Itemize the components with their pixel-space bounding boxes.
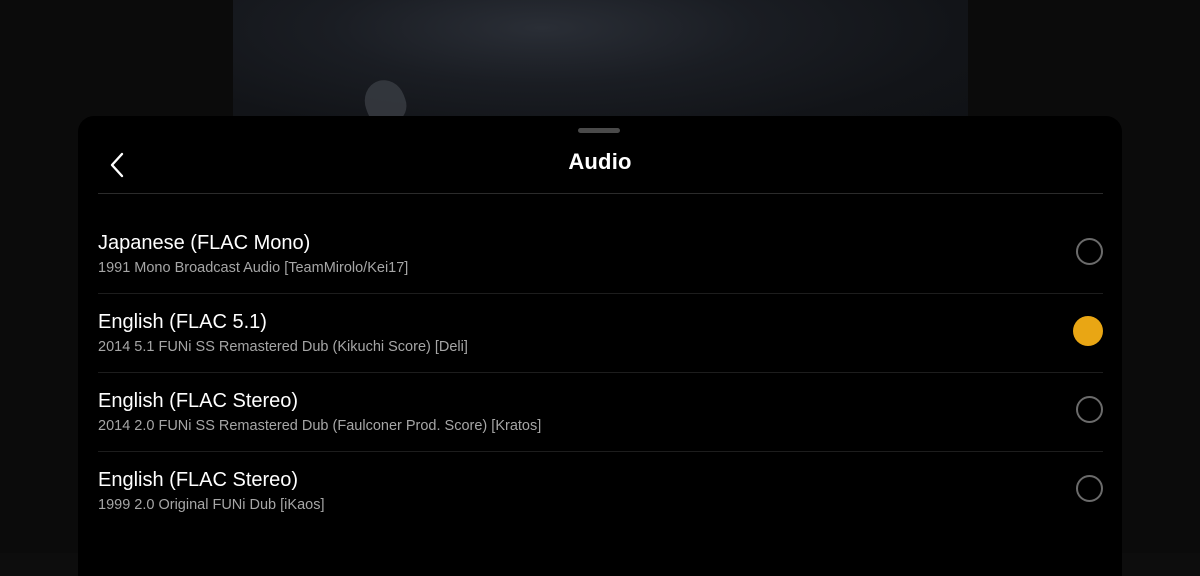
track-title: English (FLAC 5.1) xyxy=(98,311,267,333)
audio-track-row[interactable]: Japanese (FLAC Mono) 1991 Mono Broadcast… xyxy=(98,215,1103,294)
track-description: 2014 2.0 FUNi SS Remastered Dub (Faulcon… xyxy=(98,418,542,434)
track-description: 1999 2.0 Original FUNi Dub [iKaos] xyxy=(98,497,325,513)
header-divider xyxy=(98,193,1103,194)
audio-track-list: Japanese (FLAC Mono) 1991 Mono Broadcast… xyxy=(98,215,1103,530)
track-radio-button-selected[interactable] xyxy=(1073,316,1103,346)
track-title: English (FLAC Stereo) xyxy=(98,469,299,491)
sheet-grabber-handle[interactable] xyxy=(578,128,620,133)
track-radio-button[interactable] xyxy=(1076,238,1103,265)
audio-track-row[interactable]: English (FLAC Stereo) 2014 2.0 FUNi SS R… xyxy=(98,373,1103,452)
track-description: 1991 Mono Broadcast Audio [TeamMirolo/Ke… xyxy=(98,260,409,276)
audio-track-row[interactable]: English (FLAC 5.1) 2014 5.1 FUNi SS Rema… xyxy=(98,294,1103,373)
sheet-title: Audio xyxy=(568,149,632,174)
audio-sheet: Audio Japanese (FLAC Mono) 1991 Mono Bro… xyxy=(78,116,1122,576)
track-radio-button[interactable] xyxy=(1076,396,1103,423)
track-title: English (FLAC Stereo) xyxy=(98,390,299,412)
audio-track-row[interactable]: English (FLAC Stereo) 1999 2.0 Original … xyxy=(98,452,1103,530)
track-description: 2014 5.1 FUNi SS Remastered Dub (Kikuchi… xyxy=(98,339,468,355)
track-radio-button[interactable] xyxy=(1076,475,1103,502)
track-title: Japanese (FLAC Mono) xyxy=(98,232,311,254)
